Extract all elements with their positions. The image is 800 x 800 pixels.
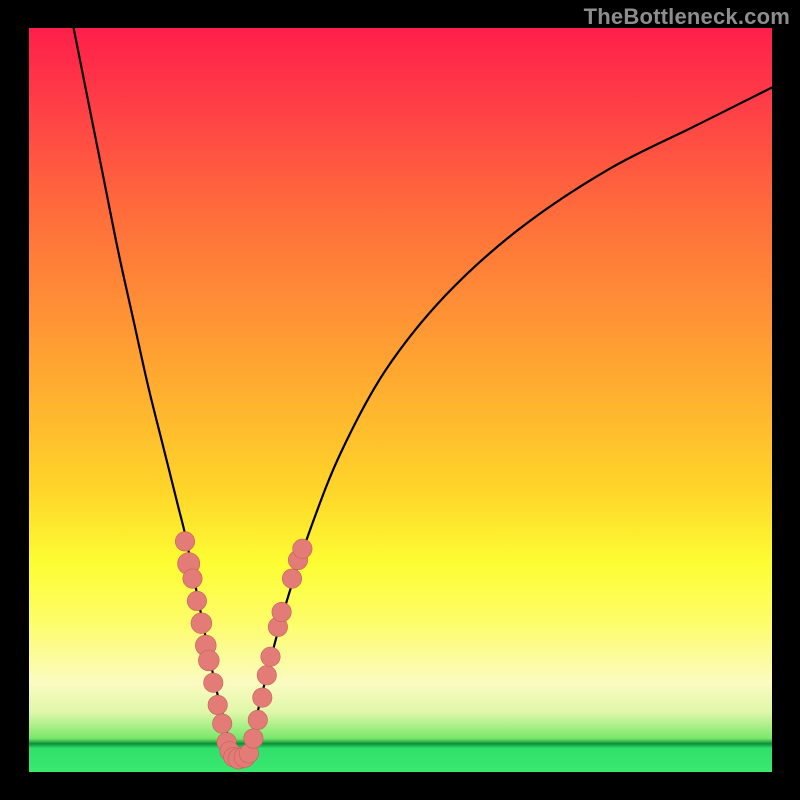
data-marker — [261, 647, 280, 666]
chart-frame: TheBottleneck.com — [0, 0, 800, 800]
data-marker — [191, 613, 212, 634]
data-marker — [272, 602, 291, 621]
data-marker — [183, 569, 202, 588]
data-marker — [244, 729, 263, 748]
data-marker — [282, 569, 301, 588]
curve-layer — [29, 28, 772, 772]
data-marker — [175, 532, 194, 551]
data-marker — [187, 591, 206, 610]
data-marker — [248, 710, 267, 729]
data-marker — [208, 695, 227, 714]
data-marker — [257, 666, 276, 685]
plot-area — [29, 28, 772, 772]
data-marker — [198, 650, 219, 671]
data-marker — [293, 539, 312, 558]
data-marker — [213, 714, 232, 733]
watermark-text: TheBottleneck.com — [584, 4, 790, 30]
bottleneck-curve — [74, 28, 772, 759]
data-marker — [204, 673, 223, 692]
data-markers — [175, 532, 312, 769]
data-marker — [253, 688, 272, 707]
